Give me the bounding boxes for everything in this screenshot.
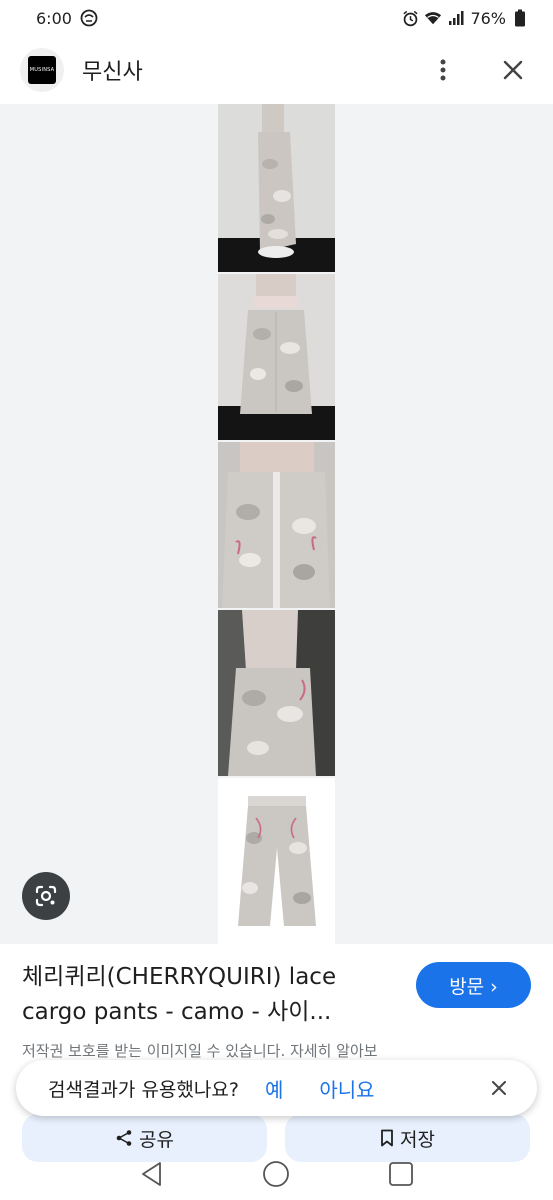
copyright-note[interactable]: 저작권 보호를 받는 이미지일 수 있습니다. 자세히 알아보 — [22, 1040, 378, 1061]
alarm-icon — [401, 9, 419, 27]
result-title[interactable]: 체리퀴리(CHERRYQUIRI) lace cargo pants - cam… — [22, 960, 402, 1030]
feedback-no-button[interactable]: 아니요 — [319, 1074, 374, 1103]
feedback-card: 검색결과가 유용했나요? 예 아니요 — [16, 1060, 537, 1116]
status-time: 6:00 — [36, 8, 72, 28]
battery-percent: 76% — [470, 8, 506, 28]
feedback-yes-button[interactable]: 예 — [265, 1074, 283, 1103]
product-photo-side-closeup — [218, 610, 335, 776]
nav-back-button[interactable] — [132, 1154, 172, 1194]
close-button[interactable] — [493, 50, 533, 90]
wifi-icon — [424, 9, 442, 27]
battery-icon — [511, 9, 529, 27]
product-photo-flat — [218, 778, 335, 944]
lens-icon — [35, 885, 57, 907]
google-lens-button[interactable] — [22, 872, 70, 920]
nav-home-button[interactable] — [256, 1154, 296, 1194]
app-header: MUSINSA 무신사 — [0, 36, 553, 104]
feedback-close-button[interactable] — [487, 1076, 511, 1100]
feedback-question: 검색결과가 유용했나요? — [48, 1078, 239, 1101]
back-triangle-icon — [142, 1161, 162, 1186]
recents-square-icon — [388, 1161, 413, 1186]
home-circle-icon — [263, 1160, 290, 1187]
share-icon — [116, 1130, 132, 1146]
image-preview-area — [0, 104, 553, 944]
status-bar: 6:00 76% — [0, 0, 553, 36]
site-logo: MUSINSA — [20, 48, 64, 92]
site-name: 무신사 — [82, 60, 143, 85]
product-photo-back — [218, 274, 335, 440]
product-photo-front-closeup — [218, 442, 335, 608]
more-vert-icon — [440, 59, 446, 81]
bookmark-icon — [381, 1129, 393, 1147]
musinsa-logo-icon: MUSINSA — [28, 56, 56, 84]
signal-icon — [447, 9, 465, 27]
visit-button-label: 방문 › — [449, 975, 498, 998]
nav-recents-button[interactable] — [381, 1154, 421, 1194]
close-icon — [503, 60, 523, 80]
notification-icon — [80, 9, 98, 27]
screen: 6:00 76% MUSINSA 무신사 체리퀴리(CHERRYQUIRI) l… — [0, 0, 553, 1200]
system-nav-bar — [0, 1147, 553, 1200]
product-image[interactable] — [218, 104, 335, 944]
product-photo-side — [218, 104, 335, 272]
close-icon — [492, 1081, 506, 1095]
more-options-button[interactable] — [423, 50, 463, 90]
visit-button[interactable]: 방문 › — [416, 962, 531, 1008]
